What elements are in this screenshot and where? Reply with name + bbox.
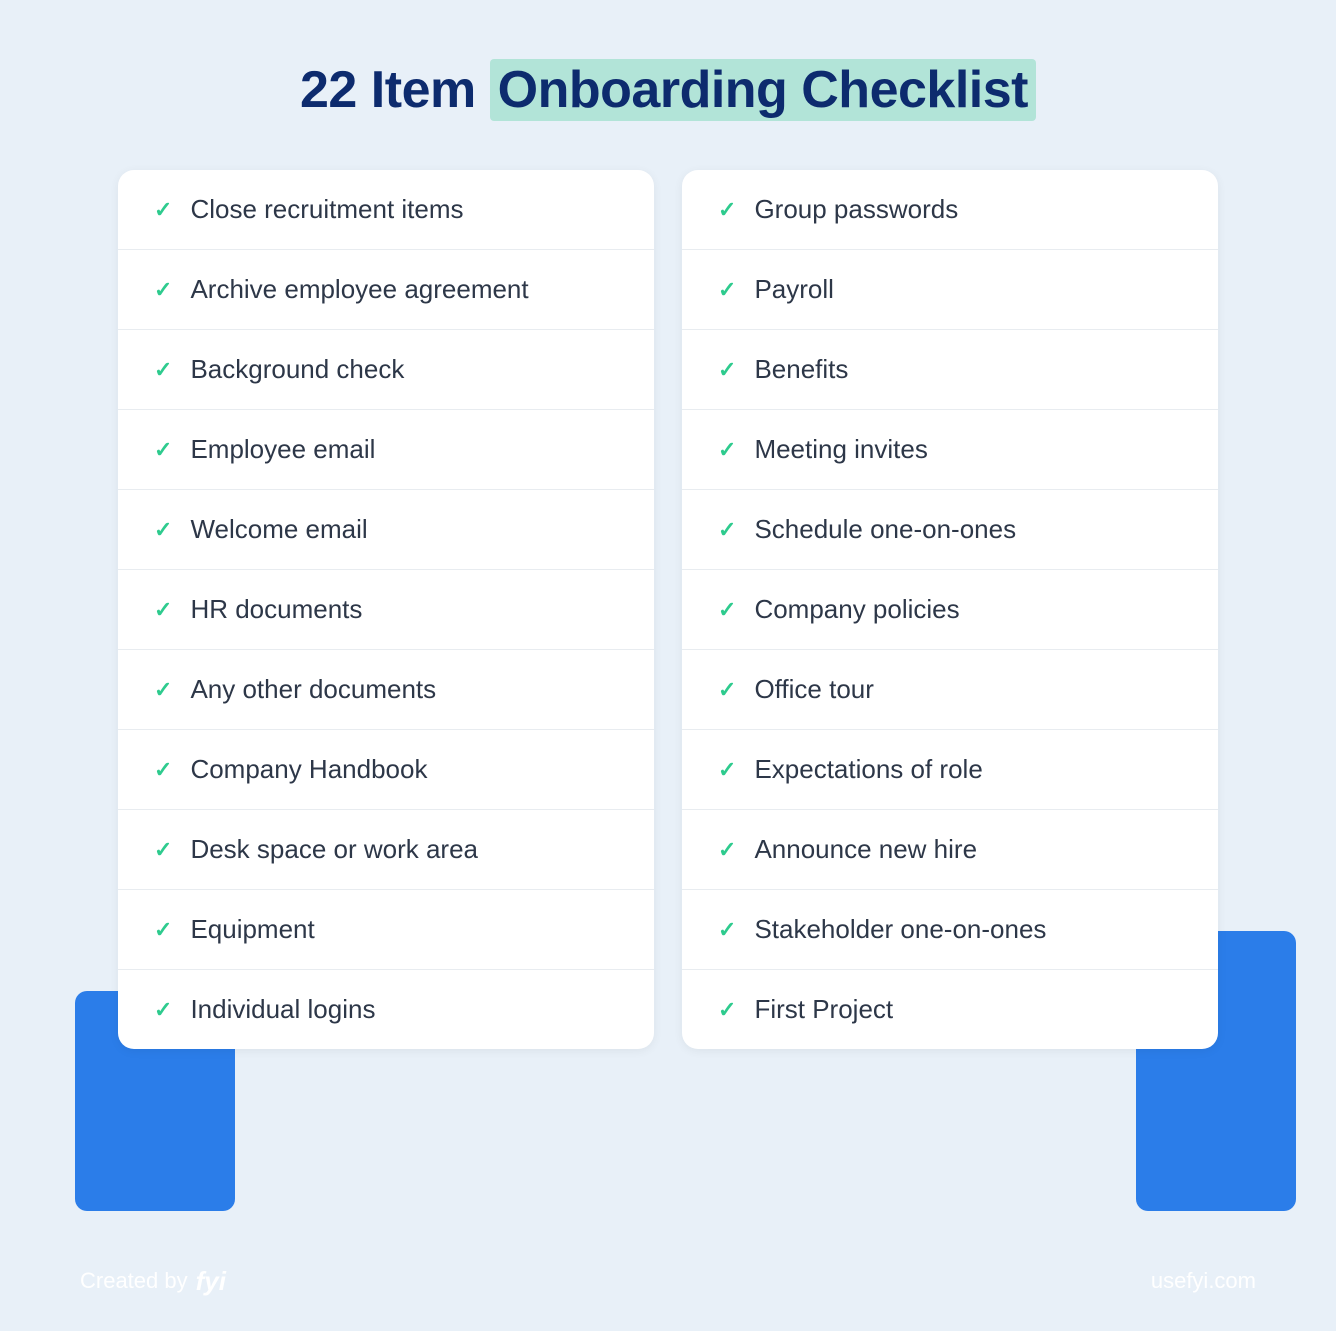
list-item: ✓ Benefits <box>682 330 1218 410</box>
footer-brand: fyi <box>196 1266 226 1297</box>
item-label: Desk space or work area <box>190 834 478 865</box>
check-icon: ✓ <box>154 359 172 381</box>
check-icon: ✓ <box>718 759 736 781</box>
check-icon: ✓ <box>718 919 736 941</box>
list-item: ✓ Desk space or work area <box>118 810 654 890</box>
footer-url: usefyi.com <box>1151 1268 1256 1294</box>
title-area: 22 Item Onboarding Checklist <box>300 60 1036 120</box>
item-label: Office tour <box>754 674 873 705</box>
check-icon: ✓ <box>718 519 736 541</box>
item-label: Individual logins <box>190 994 375 1025</box>
check-icon: ✓ <box>718 679 736 701</box>
check-icon: ✓ <box>718 599 736 621</box>
check-icon: ✓ <box>718 439 736 461</box>
footer: Created by fyi usefyi.com <box>0 1231 1336 1331</box>
check-icon: ✓ <box>154 519 172 541</box>
left-checklist-card: ✓ Close recruitment items ✓ Archive employe… <box>118 170 654 1049</box>
check-icon: ✓ <box>154 679 172 701</box>
footer-created-label: Created by <box>80 1268 188 1294</box>
list-item: ✓ Company policies <box>682 570 1218 650</box>
list-item: ✓ Background check <box>118 330 654 410</box>
item-label: Archive employee agreement <box>190 274 528 305</box>
check-icon: ✓ <box>154 439 172 461</box>
check-icon: ✓ <box>718 999 736 1021</box>
item-label: First Project <box>754 994 893 1025</box>
item-label: Payroll <box>754 274 833 305</box>
check-icon: ✓ <box>154 839 172 861</box>
check-icon: ✓ <box>154 999 172 1021</box>
item-label: Welcome email <box>190 514 367 545</box>
list-item: ✓ Any other documents <box>118 650 654 730</box>
list-item: ✓ HR documents <box>118 570 654 650</box>
item-label: Any other documents <box>190 674 436 705</box>
item-label: Meeting invites <box>754 434 927 465</box>
list-item: ✓ Stakeholder one-on-ones <box>682 890 1218 970</box>
list-item: ✓ Archive employee agreement <box>118 250 654 330</box>
check-icon: ✓ <box>154 279 172 301</box>
check-icon: ✓ <box>154 199 172 221</box>
footer-created-by: Created by fyi <box>80 1266 226 1297</box>
check-icon: ✓ <box>154 919 172 941</box>
title-prefix: 22 Item <box>300 61 490 119</box>
list-item: ✓ Equipment <box>118 890 654 970</box>
item-label: HR documents <box>190 594 362 625</box>
list-item: ✓ Meeting invites <box>682 410 1218 490</box>
item-label: Employee email <box>190 434 375 465</box>
check-icon: ✓ <box>718 199 736 221</box>
item-label: Group passwords <box>754 194 958 225</box>
check-icon: ✓ <box>718 279 736 301</box>
list-item: ✓ Individual logins <box>118 970 654 1049</box>
check-icon: ✓ <box>718 359 736 381</box>
list-item: ✓ Employee email <box>118 410 654 490</box>
list-item: ✓ Close recruitment items <box>118 170 654 250</box>
right-checklist-card: ✓ Group passwords ✓ Payroll ✓ Benefits ✓ Meetin… <box>682 170 1218 1049</box>
page-wrapper: 22 Item Onboarding Checklist ✓ Close recr… <box>0 0 1336 1331</box>
list-item: ✓ Office tour <box>682 650 1218 730</box>
item-label: Company Handbook <box>190 754 427 785</box>
item-label: Schedule one-on-ones <box>754 514 1016 545</box>
list-item: ✓ Announce new hire <box>682 810 1218 890</box>
item-label: Stakeholder one-on-ones <box>754 914 1046 945</box>
item-label: Close recruitment items <box>190 194 463 225</box>
check-icon: ✓ <box>154 759 172 781</box>
check-icon: ✓ <box>718 839 736 861</box>
page-title: 22 Item Onboarding Checklist <box>300 60 1036 120</box>
item-label: Equipment <box>190 914 314 945</box>
item-label: Background check <box>190 354 404 385</box>
list-item: ✓ Payroll <box>682 250 1218 330</box>
list-item: ✓ First Project <box>682 970 1218 1049</box>
list-item: ✓ Expectations of role <box>682 730 1218 810</box>
list-item: ✓ Schedule one-on-ones <box>682 490 1218 570</box>
list-item: ✓ Welcome email <box>118 490 654 570</box>
checklist-container: ✓ Close recruitment items ✓ Archive employe… <box>118 170 1218 1049</box>
item-label: Company policies <box>754 594 959 625</box>
item-label: Expectations of role <box>754 754 982 785</box>
list-item: ✓ Company Handbook <box>118 730 654 810</box>
check-icon: ✓ <box>154 599 172 621</box>
item-label: Benefits <box>754 354 848 385</box>
item-label: Announce new hire <box>754 834 977 865</box>
list-item: ✓ Group passwords <box>682 170 1218 250</box>
title-highlighted: Onboarding Checklist <box>490 59 1036 121</box>
